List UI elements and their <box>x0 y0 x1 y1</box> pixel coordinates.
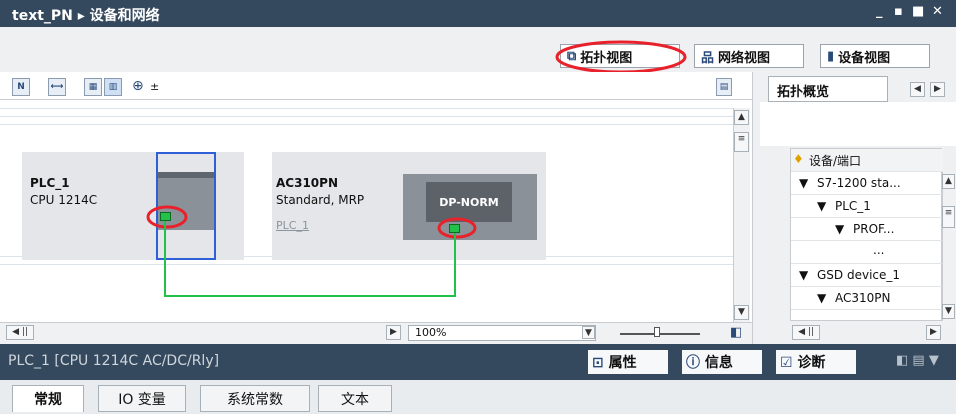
tab-general[interactable]: 常规 <box>12 385 84 412</box>
expand-icon[interactable]: ▼ <box>799 176 808 190</box>
scroll-right-icon[interactable]: ▶ <box>386 325 401 340</box>
tab-io-variables[interactable]: IO 变量 <box>98 385 186 412</box>
zoom-slider[interactable] <box>620 333 700 335</box>
tab-info[interactable]: ⓘ 信息 <box>682 350 762 374</box>
minimize-button[interactable]: _ <box>876 4 883 19</box>
scroll-down-icon[interactable]: ▼ <box>734 305 749 320</box>
expand-icon[interactable]: ▼ <box>817 291 826 305</box>
tree-row-profinet[interactable]: ▼ PROF... <box>791 218 943 241</box>
tree-scroll-left-icon[interactable]: ◀ || <box>792 325 820 340</box>
tree-header-label: 设备/端口 <box>809 154 862 168</box>
panel-prev-icon[interactable]: ◀ <box>910 82 925 97</box>
tab-topology-overview[interactable]: 拓扑概览 <box>768 76 888 102</box>
tab-properties-label: 属性 <box>608 355 637 371</box>
tree-row-label: S7-1200 sta... <box>817 176 901 190</box>
tree-scroll-thumb[interactable]: ≡ <box>942 206 955 228</box>
panel-next-icon[interactable]: ▶ <box>930 82 945 97</box>
tab-system-constants[interactable]: 系统常数 <box>200 385 310 412</box>
selected-object-label: PLC_1 [CPU 1214C AC/DC/Rly] <box>8 353 220 369</box>
tree-vscrollbar[interactable] <box>942 172 956 321</box>
close-button[interactable]: ✕ <box>932 4 943 19</box>
tree-row-plc[interactable]: ▼ PLC_1 <box>791 195 943 218</box>
tab-properties[interactable]: ⊡ 属性 <box>588 350 668 374</box>
panel-options-icon[interactable]: ◧ ▤ ▼ <box>896 353 939 368</box>
zoom-slider-thumb[interactable] <box>654 327 660 337</box>
zoom-input[interactable]: 100% <box>408 325 596 341</box>
inspector-header: PLC_1 [CPU 1214C AC/DC/Rly] ⊡ 属性 ⓘ 信息 ☑ … <box>0 344 956 380</box>
profinet-connection-line <box>164 221 456 297</box>
tree-scroll-up-icon[interactable]: ▲ <box>942 174 955 189</box>
overview-tree[interactable]: ♦ 设备/端口 ▼ S7-1200 sta... ▼ PLC_1 ▼ PROF.… <box>790 148 943 321</box>
zoom-dropdown-button[interactable]: ▼ <box>582 326 595 339</box>
tab-info-label: 信息 <box>704 355 733 371</box>
scroll-thumb[interactable]: ≡ <box>734 132 749 152</box>
expand-icon[interactable]: ▼ <box>799 268 808 282</box>
expand-icon[interactable]: ▼ <box>817 199 826 213</box>
device-port-icon: ♦ <box>793 152 804 166</box>
tree-scroll-right-icon[interactable]: ▶ <box>926 325 941 340</box>
diagnostics-icon: ☑ <box>780 355 793 371</box>
tree-row-label: GSD device_1 <box>817 268 901 282</box>
tab-text[interactable]: 文本 <box>318 385 392 412</box>
tree-row-ellipsis[interactable]: ... <box>791 241 943 264</box>
overview-nav-icon[interactable]: ◧ <box>730 325 742 340</box>
connection-layer <box>164 221 456 297</box>
device-icon: ▮ <box>827 48 835 64</box>
tree-row-label: PLC_1 <box>835 199 871 213</box>
tree-header: ♦ 设备/端口 <box>791 149 943 172</box>
properties-icon: ⊡ <box>592 355 604 371</box>
tree-row-label: ... <box>873 243 885 257</box>
tree-row-ac310pn[interactable]: ▼ AC310PN <box>791 287 943 310</box>
scroll-up-icon[interactable]: ▲ <box>734 110 749 125</box>
tree-row-label: AC310PN <box>835 291 891 305</box>
tree-row-station[interactable]: ▼ S7-1200 sta... <box>791 172 943 195</box>
tree-row-label: PROF... <box>853 222 895 236</box>
tab-diagnostics-label: 诊断 <box>797 355 826 371</box>
tab-diagnostics[interactable]: ☑ 诊断 <box>776 350 856 374</box>
restore-button[interactable]: ▪ <box>894 4 903 19</box>
maximize-button[interactable]: ■ <box>912 4 924 19</box>
expand-icon[interactable]: ▼ <box>835 222 844 236</box>
info-icon: ⓘ <box>686 355 700 371</box>
tree-row-gsd[interactable]: ▼ GSD device_1 <box>791 264 943 287</box>
tab-device-view[interactable]: ▮ 设备视图 <box>820 44 930 68</box>
scroll-left-icon[interactable]: ◀ || <box>6 325 34 340</box>
overview-spacer <box>760 102 956 146</box>
tab-device-label: 设备视图 <box>838 50 891 66</box>
tree-scroll-down-icon[interactable]: ▼ <box>942 304 955 319</box>
